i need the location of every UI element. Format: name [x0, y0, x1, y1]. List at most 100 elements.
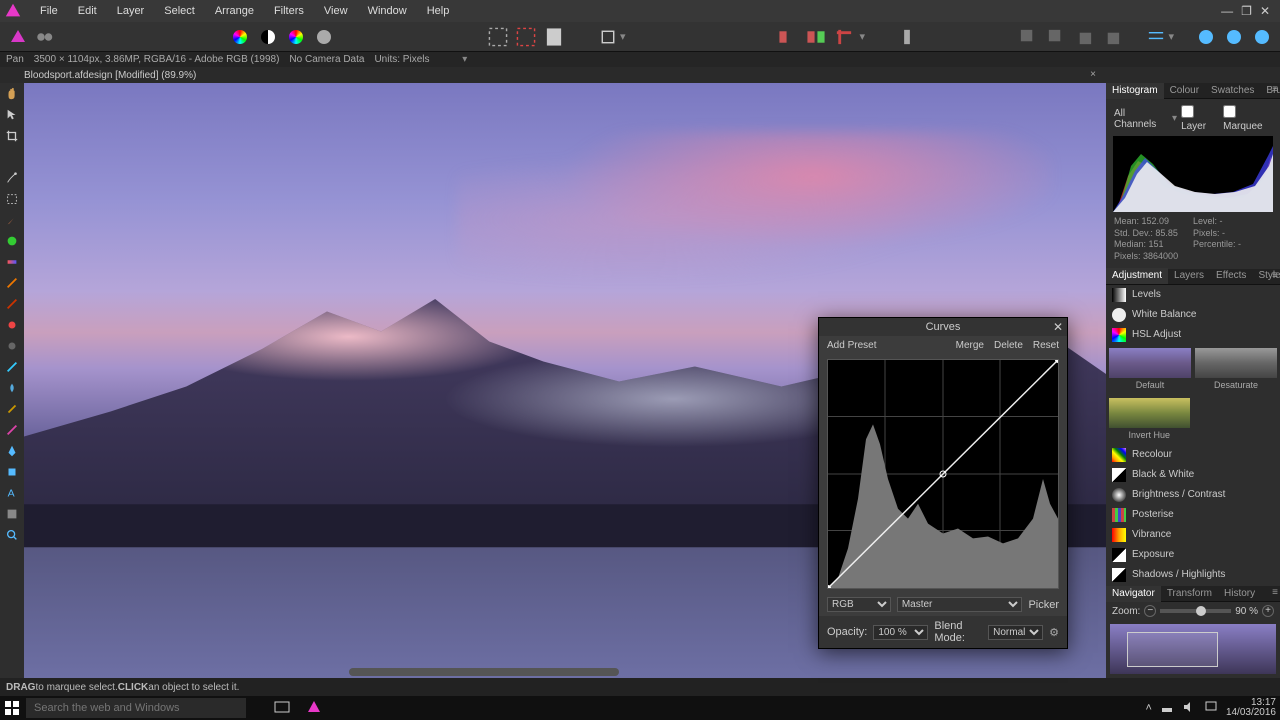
horizontal-scrollbar[interactable] [349, 668, 620, 676]
window-minimize-icon[interactable]: — [1221, 4, 1233, 18]
start-menu-icon[interactable] [4, 700, 20, 716]
panel-menu-icon[interactable]: ≡ [1272, 587, 1278, 598]
smudge-tool-icon[interactable] [2, 400, 22, 418]
curves-channel-select[interactable]: RGB [827, 597, 891, 612]
curves-add-preset[interactable]: Add Preset [827, 340, 876, 351]
intersect-layer-icon[interactable] [1252, 27, 1272, 47]
task-view-icon[interactable] [266, 699, 298, 718]
curves-graph[interactable] [827, 359, 1059, 589]
blur-tool-icon[interactable] [2, 379, 22, 397]
preset-desaturate[interactable]: Desaturate [1195, 348, 1277, 378]
curves-close-icon[interactable]: ✕ [1053, 320, 1063, 334]
marquee-tool-icon[interactable] [2, 190, 22, 208]
inpaint-tool-icon[interactable] [2, 316, 22, 334]
grey-circle-icon[interactable] [314, 27, 334, 47]
curves-delete[interactable]: Delete [994, 340, 1023, 351]
persona-liquify-icon[interactable] [36, 27, 56, 47]
curves-dialog[interactable]: Curves ✕ Add Preset Merge Delete Reset R… [818, 317, 1068, 649]
adj-levels[interactable]: Levels [1106, 285, 1280, 305]
taskbar-app-affinity[interactable] [298, 699, 330, 718]
menu-edit[interactable]: Edit [68, 0, 107, 22]
menu-file[interactable]: File [30, 0, 68, 22]
selection-rect-icon[interactable] [488, 27, 508, 47]
subtract-layer-icon[interactable] [1224, 27, 1244, 47]
opacity-select[interactable]: 100 % [873, 625, 928, 640]
snapping-icon[interactable] [598, 27, 618, 47]
pan-tool-icon[interactable] [2, 85, 22, 103]
align-center-icon[interactable] [806, 27, 826, 47]
menu-filters[interactable]: Filters [264, 0, 314, 22]
tab-histogram[interactable]: Histogram [1106, 83, 1164, 99]
menu-arrange[interactable]: Arrange [205, 0, 264, 22]
tab-history[interactable]: History [1218, 586, 1261, 602]
pen-tool-icon[interactable] [2, 442, 22, 460]
curves-master-select[interactable]: Master [897, 597, 1023, 612]
adj-exposure[interactable]: Exposure [1106, 545, 1280, 565]
document-tab-close-icon[interactable]: × [1090, 69, 1096, 80]
units-value[interactable]: Pixels [403, 54, 430, 65]
zoom-out-button[interactable]: − [1144, 605, 1156, 617]
tab-colour[interactable]: Colour [1164, 83, 1205, 99]
paint-brush-icon[interactable] [2, 211, 22, 229]
bw-icon[interactable] [258, 27, 278, 47]
adj-white-balance[interactable]: White Balance [1106, 305, 1280, 325]
crop-tool-icon[interactable] [2, 127, 22, 145]
document-tab[interactable]: Bloodsport.afdesign [Modified] (89.9%) [24, 70, 196, 81]
curves-reset[interactable]: Reset [1033, 340, 1059, 351]
add-layer-icon[interactable] [1196, 27, 1216, 47]
tray-network-icon[interactable] [1160, 700, 1174, 717]
menu-view[interactable]: View [314, 0, 358, 22]
panel-menu-icon[interactable]: ≡ [1272, 270, 1278, 281]
menu-layer[interactable]: Layer [107, 0, 155, 22]
zoom-tool-icon[interactable] [2, 526, 22, 544]
color-picker-icon[interactable] [2, 505, 22, 523]
gradient-tool-icon[interactable] [2, 253, 22, 271]
navigator-viewport-rect[interactable] [1127, 632, 1218, 667]
text-tool-icon[interactable]: A [2, 484, 22, 502]
tray-notifications-icon[interactable] [1204, 700, 1218, 717]
color-wheel-icon[interactable] [230, 27, 250, 47]
adj-shadows-highlights[interactable]: Shadows / Highlights [1106, 565, 1280, 585]
adj-posterise[interactable]: Posterise [1106, 505, 1280, 525]
curves-settings-icon[interactable]: ⚙ [1049, 626, 1059, 639]
menu-select[interactable]: Select [154, 0, 205, 22]
preset-invert-hue[interactable]: Invert Hue [1109, 398, 1190, 428]
align-dropdown-icon[interactable] [1146, 27, 1166, 47]
zoom-slider[interactable] [1160, 609, 1231, 613]
heal-tool-icon[interactable] [2, 358, 22, 376]
tab-adjustment[interactable]: Adjustment [1106, 268, 1168, 284]
arrange-front-icon[interactable] [1102, 27, 1122, 47]
zoom-value[interactable]: 90 % [1235, 606, 1258, 617]
tray-volume-icon[interactable] [1182, 700, 1196, 717]
adj-hsl[interactable]: HSL Adjust [1106, 325, 1280, 345]
move-tool-icon[interactable] [2, 106, 22, 124]
panel-menu-icon[interactable]: ≡ [1272, 84, 1278, 95]
tab-effects[interactable]: Effects [1210, 268, 1252, 284]
selection-brush-icon[interactable] [2, 148, 22, 166]
menu-window[interactable]: Window [358, 0, 417, 22]
curves-merge[interactable]: Merge [956, 340, 984, 351]
fill-tool-icon[interactable] [2, 232, 22, 250]
navigator-thumbnail[interactable] [1110, 624, 1276, 674]
blend-select[interactable]: Normal [988, 625, 1043, 640]
adj-recolour[interactable]: Recolour [1106, 445, 1280, 465]
window-maximize-icon[interactable]: ❐ [1241, 4, 1252, 18]
window-close-icon[interactable]: ✕ [1260, 4, 1270, 18]
preset-default[interactable]: Default [1109, 348, 1191, 378]
assistant-icon[interactable] [897, 27, 917, 47]
dodge-tool-icon[interactable] [2, 337, 22, 355]
curves-title-bar[interactable]: Curves ✕ [819, 318, 1067, 336]
adj-black-white[interactable]: Black & White [1106, 465, 1280, 485]
flood-select-icon[interactable] [2, 169, 22, 187]
selection-clear-icon[interactable] [516, 27, 536, 47]
zoom-in-button[interactable]: + [1262, 605, 1274, 617]
curves-picker[interactable]: Picker [1028, 599, 1059, 611]
color-chooser-icon[interactable] [286, 27, 306, 47]
arrange-forward-icon[interactable] [1074, 27, 1094, 47]
arrange-backward-icon[interactable] [1046, 27, 1066, 47]
adj-brightness[interactable]: Brightness / Contrast [1106, 485, 1280, 505]
tab-transform[interactable]: Transform [1161, 586, 1218, 602]
shape-tool-icon[interactable] [2, 463, 22, 481]
crop-tool-icon[interactable] [834, 27, 854, 47]
taskbar-search-input[interactable] [26, 698, 246, 718]
